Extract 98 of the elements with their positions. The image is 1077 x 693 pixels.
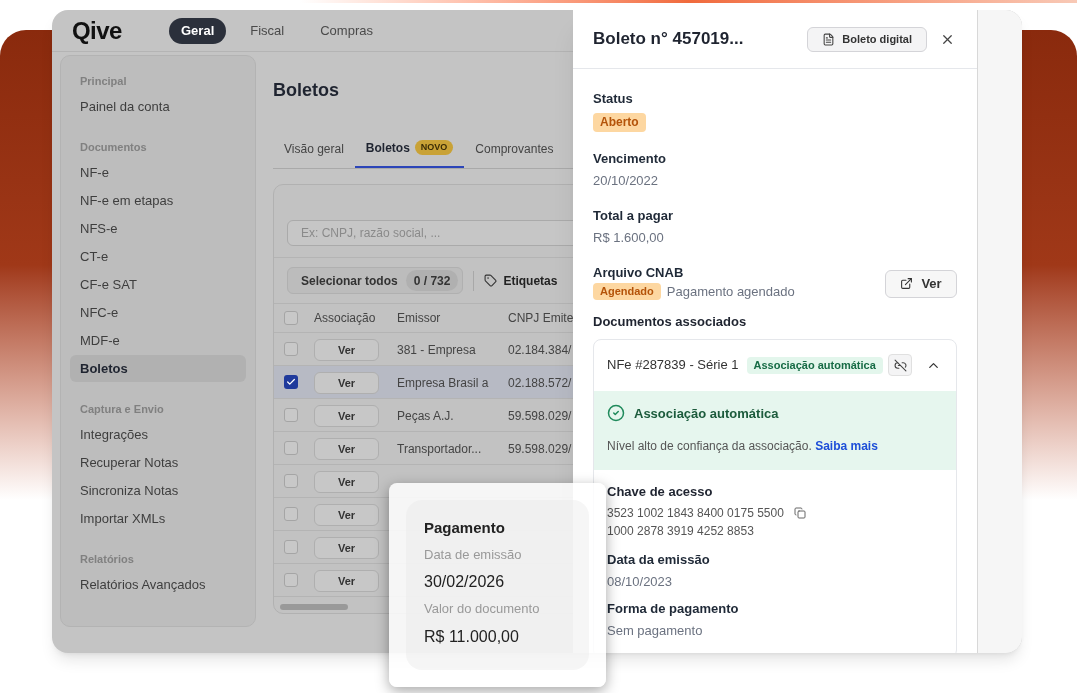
field-label: Documentos associados [593, 312, 748, 331]
nav-tab[interactable]: Compras [308, 17, 385, 44]
payment-field-label: Data de emissão [424, 545, 523, 564]
view-button[interactable]: Ver [314, 504, 379, 527]
sidebar-section-title: Captura e Envio [79, 401, 165, 417]
checkbox[interactable] [284, 342, 298, 356]
view-button[interactable]: Ver [314, 537, 379, 560]
copy-icon [793, 507, 806, 519]
view-file-button[interactable]: Ver [885, 269, 957, 298]
view-button[interactable]: Ver [314, 438, 379, 461]
checkbox[interactable] [284, 540, 298, 554]
column-header: Associação [314, 311, 376, 325]
field-label: Data da emissão [607, 551, 711, 569]
checkbox[interactable] [284, 311, 298, 325]
sidebar-item[interactable]: Importar XMLs [70, 505, 246, 532]
external-link-icon [900, 277, 914, 291]
sidebar-item[interactable]: Recuperar Notas [70, 449, 246, 476]
check-circle-icon [607, 404, 625, 423]
page-title: Boletos [273, 79, 340, 101]
logo: Qive [72, 18, 123, 43]
sidebar-item[interactable]: Boletos [70, 355, 246, 382]
drawer-title: Boleto n° 457019... [593, 28, 744, 51]
unlink-button[interactable] [888, 354, 912, 376]
sidebar-item[interactable]: Relatórios Avançados [70, 571, 246, 598]
sidebar-item[interactable]: Integrações [70, 421, 246, 448]
table-cell: Transportador... [397, 442, 482, 456]
table-cell: 59.598.029/ [508, 442, 572, 456]
sidebar-item[interactable]: NFS-e [70, 215, 246, 242]
view-button[interactable]: Ver [314, 372, 379, 395]
checkbox[interactable] [284, 573, 298, 587]
table-cell: 02.184.384/ [508, 343, 572, 357]
check-icon [286, 377, 296, 387]
sidebar-section-title: Documentos [79, 139, 148, 155]
scrollbar[interactable] [280, 604, 348, 610]
sidebar-item[interactable]: NF-e [70, 159, 246, 186]
checkbox[interactable] [284, 507, 298, 521]
nav-tab[interactable]: Fiscal [238, 17, 297, 44]
document-icon [822, 32, 836, 46]
sidebar-section-title: Relatórios [79, 551, 135, 567]
field-label: Chave de acesso [607, 483, 714, 501]
new-badge: NOVO [414, 140, 454, 155]
view-button[interactable]: Ver [314, 570, 379, 593]
field-label: Arquivo CNAB [593, 264, 685, 282]
checkbox[interactable] [284, 408, 298, 422]
field-label: Total a pagar [593, 207, 674, 225]
select-all-button[interactable]: Selecionar todos 0 / 732 [287, 267, 464, 294]
table-cell: Peças A.J. [397, 409, 454, 423]
tag-icon [484, 274, 498, 287]
digital-boleto-button[interactable]: Boleto digital [807, 26, 927, 52]
view-button[interactable]: Ver [314, 339, 379, 362]
access-key-line: 1000 2878 3919 4252 8853 [607, 523, 755, 540]
column-header: Emissor [397, 311, 441, 325]
payment-field-value: R$ 11.000,00 [424, 626, 520, 647]
unlink-icon [893, 358, 907, 372]
field-value: R$ 1.600,00 [593, 229, 665, 247]
table-cell: Empresa Brasil a [397, 376, 489, 390]
tags-button[interactable]: Etiquetas [484, 271, 558, 290]
association-badge: Associação automática [746, 356, 883, 374]
field-label: Status [593, 90, 634, 108]
document-title: NFe #287839 - Série 1 [607, 356, 739, 375]
content-tab[interactable]: Comprovantes [464, 129, 565, 168]
access-key-line: 3523 1002 1843 8400 0175 5500 [607, 505, 784, 522]
content-tab[interactable]: Boletos NOVO [354, 129, 465, 168]
nav-tab[interactable]: Geral [169, 17, 227, 44]
field-value: Sem pagamento [607, 622, 704, 640]
checkbox[interactable] [284, 474, 298, 488]
sidebar-section-title: Principal [79, 73, 128, 89]
sidebar-item[interactable]: NF-e em etapas [70, 187, 246, 214]
field-label: Vencimento [593, 150, 667, 168]
checkbox[interactable] [284, 441, 298, 455]
field-value: Pagamento agendado [666, 283, 795, 301]
payment-field-label: Valor do documento [424, 600, 541, 618]
sidebar-item[interactable]: CF-e SAT [70, 271, 246, 298]
column-header: CNPJ Emite [508, 311, 573, 325]
sidebar-item[interactable]: Painel da conta [70, 93, 246, 120]
sidebar-item[interactable]: Sincroniza Notas [70, 477, 246, 504]
table-cell: 381 - Empresa [397, 343, 476, 357]
view-button[interactable]: Ver [314, 471, 379, 494]
selected-row[interactable]: Ver Empresa Brasil a 02.188.572/ [274, 366, 573, 399]
view-button[interactable]: Ver [314, 405, 379, 428]
learn-more-link[interactable]: Saiba mais [815, 439, 878, 453]
sidebar-item[interactable]: NFC-e [70, 299, 246, 326]
checkbox[interactable] [284, 375, 298, 389]
field-label: Forma de pagamento [607, 600, 740, 618]
notice-text: Nível alto de confiança da associação. Saiba mais [607, 438, 879, 455]
table-cell: 59.598.029/ [508, 409, 572, 423]
field-value: 08/10/2023 [607, 573, 674, 591]
table-cell: 02.188.572/ [508, 376, 572, 390]
field-value: 20/10/2022 [593, 172, 660, 190]
scheduled-badge: Agendado [593, 283, 661, 301]
status-badge: Aberto [593, 113, 646, 132]
payment-field-value: 30/02/2026 [424, 572, 506, 592]
sidebar-item[interactable]: CT-e [70, 243, 246, 270]
sidebar-item[interactable]: MDF-e [70, 327, 246, 354]
payment-title: Pagamento [424, 518, 506, 538]
selection-count: 0 / 732 [405, 270, 459, 291]
notice-title: Associação automática [634, 404, 779, 423]
content-tab[interactable]: Visão geral [273, 129, 355, 168]
